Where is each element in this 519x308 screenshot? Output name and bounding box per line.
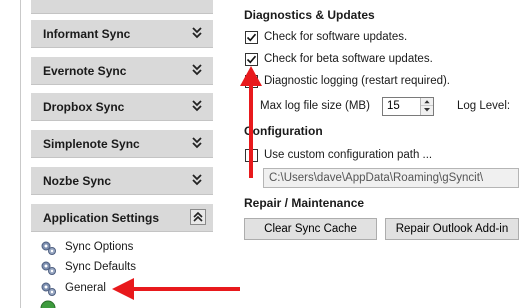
max-log-size-value: 15 bbox=[387, 100, 400, 112]
max-log-size-stepper[interactable]: 15 bbox=[382, 97, 434, 116]
globe-icon bbox=[40, 300, 56, 308]
pane-divider bbox=[20, 0, 21, 308]
settings-pane: Diagnostics & Updates Check for software… bbox=[228, 0, 519, 308]
check-updates-checkbox[interactable] bbox=[245, 31, 258, 44]
check-beta-checkbox[interactable] bbox=[245, 53, 258, 66]
chevron-down-icon[interactable] bbox=[191, 173, 203, 187]
check-updates-option[interactable]: Check for software updates. bbox=[245, 30, 425, 46]
diagnostics-section-title: Diagnostics & Updates bbox=[244, 8, 375, 22]
chevron-down-icon[interactable] bbox=[191, 26, 203, 40]
custom-config-path-option[interactable]: Use custom configuration path ... bbox=[245, 148, 445, 164]
check-beta-label: Check for beta software updates. bbox=[264, 53, 433, 65]
config-path-value: C:\Users\dave\AppData\Roaming\gSyncit\ bbox=[269, 172, 484, 184]
max-log-size-label: Max log file size (MB) bbox=[260, 100, 370, 112]
diagnostic-logging-label: Diagnostic logging (restart required). bbox=[264, 75, 451, 87]
nav-item-label: Sync Options bbox=[65, 241, 134, 253]
diagnostic-logging-checkbox[interactable] bbox=[245, 75, 258, 88]
custom-config-path-checkbox[interactable] bbox=[245, 149, 258, 162]
spin-down-icon[interactable] bbox=[421, 106, 433, 114]
nav-group-evernote-sync[interactable]: Evernote Sync bbox=[31, 57, 213, 85]
nav-item-sync-defaults[interactable]: Sync Defaults bbox=[40, 259, 160, 277]
configuration-section-title: Configuration bbox=[244, 124, 323, 138]
nav-group-label: Nozbe Sync bbox=[43, 174, 112, 188]
chevron-down-icon[interactable] bbox=[191, 63, 203, 77]
nav-group-label: Evernote Sync bbox=[43, 64, 127, 78]
nav-group-simplenote-sync[interactable]: Simplenote Sync bbox=[31, 130, 213, 158]
nav-group-informant-sync[interactable]: Informant Sync bbox=[31, 20, 213, 48]
chevron-up-icon[interactable] bbox=[190, 209, 206, 225]
spin-up-icon[interactable] bbox=[421, 98, 433, 106]
nav-item-general[interactable]: General bbox=[40, 280, 120, 298]
checkmark-icon bbox=[246, 33, 257, 42]
check-updates-label: Check for software updates. bbox=[264, 31, 408, 43]
diagnostic-logging-option[interactable]: Diagnostic logging (restart required). bbox=[245, 74, 475, 90]
check-beta-option[interactable]: Check for beta software updates. bbox=[245, 52, 455, 68]
nav-group-label: Simplenote Sync bbox=[43, 137, 140, 151]
nav-group-header-partial[interactable] bbox=[31, 0, 213, 14]
config-path-field[interactable]: C:\Users\dave\AppData\Roaming\gSyncit\ bbox=[263, 168, 519, 188]
custom-config-path-label: Use custom configuration path ... bbox=[264, 149, 433, 161]
stepper-buttons bbox=[420, 98, 433, 115]
gears-icon bbox=[41, 282, 56, 296]
gears-icon bbox=[41, 241, 56, 255]
nav-group-application-settings[interactable]: Application Settings bbox=[31, 204, 213, 232]
gears-icon bbox=[41, 261, 56, 275]
nav-group-nozbe-sync[interactable]: Nozbe Sync bbox=[31, 167, 213, 195]
nav-item-label: Sync Defaults bbox=[65, 261, 136, 273]
nav-group-label: Informant Sync bbox=[43, 27, 131, 41]
checkmark-icon bbox=[246, 55, 257, 64]
repair-section-title: Repair / Maintenance bbox=[244, 196, 365, 210]
chevron-down-icon[interactable] bbox=[191, 99, 203, 113]
navigation-pane: Informant Sync Evernote Sync Dropbox Syn… bbox=[0, 0, 228, 308]
repair-outlook-addin-button[interactable]: Repair Outlook Add-in bbox=[385, 218, 519, 240]
nav-group-label: Application Settings bbox=[43, 211, 160, 225]
clear-sync-cache-button[interactable]: Clear Sync Cache bbox=[244, 218, 377, 240]
nav-item-label: General bbox=[65, 282, 106, 294]
nav-group-label: Dropbox Sync bbox=[43, 100, 125, 114]
nav-group-dropbox-sync[interactable]: Dropbox Sync bbox=[31, 93, 213, 121]
chevron-down-icon[interactable] bbox=[191, 136, 203, 150]
log-level-label: Log Level: bbox=[457, 100, 511, 112]
nav-item-sync-options[interactable]: Sync Options bbox=[40, 239, 160, 257]
